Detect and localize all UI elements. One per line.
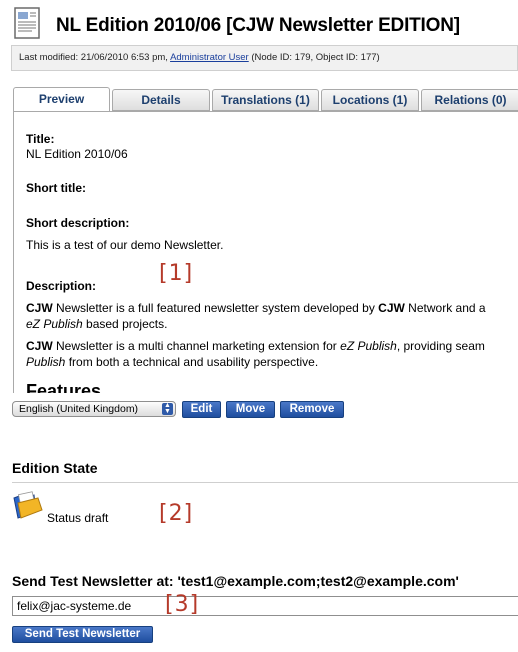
short-description-value: This is a test of our demo Newsletter.: [26, 238, 224, 252]
edition-state-heading: Edition State: [12, 460, 98, 476]
remove-button[interactable]: Remove: [280, 401, 344, 418]
preview-panel: Title: NL Edition 2010/06 Short title: S…: [13, 111, 518, 393]
description-paragraph-2: CJW Newsletter is a multi channel market…: [26, 339, 485, 369]
short-description-label: Short description:: [26, 216, 130, 230]
move-button[interactable]: Move: [226, 401, 275, 418]
open-folder-icon: [12, 490, 44, 520]
description-paragraph-1: CJW Newsletter is a full featured newsle…: [26, 301, 486, 331]
last-modified-bar: Last modified: 21/06/2010 6:53 pm, Admin…: [11, 45, 518, 71]
view-tabs: Preview Details Translations (1) Locatio…: [13, 87, 518, 112]
status-text: Status draft: [47, 511, 109, 525]
document-icon: [12, 6, 44, 40]
edit-button[interactable]: Edit: [182, 401, 221, 418]
send-test-heading: Send Test Newsletter at: 'test1@example.…: [12, 573, 459, 589]
callout-1: [1]: [159, 261, 194, 286]
short-title-label: Short title:: [26, 181, 86, 195]
last-modified-text: Last modified: 21/06/2010 6:53 pm,: [19, 52, 168, 63]
test-email-input[interactable]: felix@jac-systeme.de: [12, 596, 518, 616]
tab-details[interactable]: Details: [112, 89, 210, 111]
page-title: NL Edition 2010/06 [CJW Newsletter EDITI…: [56, 15, 460, 36]
description-label: Description:: [26, 279, 97, 293]
features-heading: Features: [26, 381, 102, 393]
tab-preview[interactable]: Preview: [13, 87, 110, 112]
tab-locations[interactable]: Locations (1): [321, 89, 419, 111]
send-test-newsletter-button[interactable]: Send Test Newsletter: [12, 626, 153, 643]
callout-3: [3]: [165, 592, 200, 617]
title-label: Title:: [26, 132, 55, 146]
callout-2: [2]: [159, 501, 194, 526]
section-divider: [12, 482, 518, 483]
tab-relations[interactable]: Relations (0): [421, 89, 518, 111]
node-id-text: (Node ID: 179, Object ID: 177): [251, 52, 380, 63]
author-link[interactable]: Administrator User: [170, 52, 249, 63]
language-select[interactable]: English (United Kingdom) ▲ ▼: [12, 401, 176, 417]
language-select-value: English (United Kingdom): [19, 403, 139, 415]
tab-translations[interactable]: Translations (1): [212, 89, 319, 111]
select-arrows-icon: ▲ ▼: [162, 402, 173, 415]
title-value: NL Edition 2010/06: [26, 147, 128, 161]
